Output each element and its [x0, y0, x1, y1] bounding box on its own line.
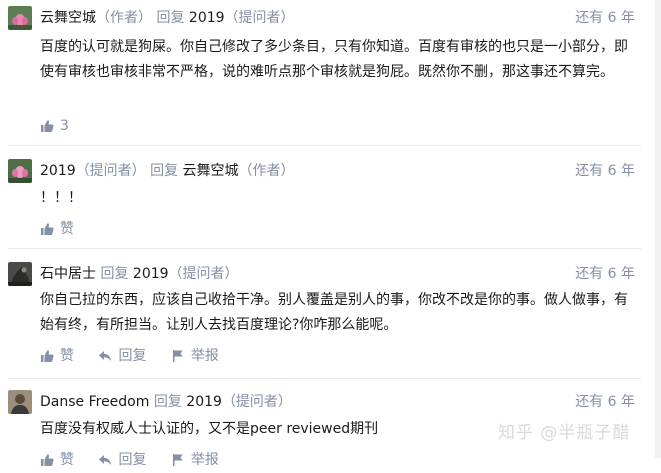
divider	[8, 145, 641, 146]
ink-painting-avatar-icon	[8, 262, 32, 286]
lotus-avatar-icon	[8, 6, 32, 30]
reply-word: 回复	[100, 266, 129, 282]
like-button[interactable]: 赞	[40, 450, 74, 470]
reply-word: 回复	[156, 10, 185, 26]
thumbs-up-icon	[41, 223, 54, 235]
reply-icon	[99, 351, 112, 361]
reply-to-name[interactable]: 2019	[189, 10, 225, 26]
reply-icon	[99, 455, 112, 465]
reply-word: 回复	[153, 394, 182, 410]
comment-time: 还有 6 年	[575, 266, 635, 282]
reply-label: 回复	[118, 348, 147, 364]
watermark: 知乎 @半瓶子醋	[498, 423, 631, 443]
author-tag: （作者）	[96, 10, 152, 26]
reply-to-name[interactable]: 云舞空城	[183, 163, 239, 179]
like-button[interactable]: 赞	[40, 219, 74, 239]
reply-to-tag: （提问者）	[221, 394, 292, 410]
reply-word: 回复	[150, 163, 179, 179]
comment-time: 还有 6 年	[575, 10, 635, 26]
report-label: 举报	[190, 452, 219, 468]
person-avatar-icon	[8, 390, 32, 414]
avatar[interactable]	[8, 6, 32, 30]
reply-to-tag: （提问者）	[224, 10, 295, 26]
avatar[interactable]	[8, 262, 32, 286]
comment-header: Danse Freedom 回复 2019（提问者）	[40, 390, 292, 414]
comment-content: ！！！	[40, 190, 82, 206]
reply-to-tag: （作者）	[238, 163, 295, 179]
reply-to-name[interactable]: 2019	[133, 266, 169, 282]
author-tag: （提问者）	[75, 163, 146, 179]
divider	[8, 378, 641, 379]
comment-time: 还有 6 年	[575, 394, 635, 410]
thumbs-up-icon	[41, 454, 54, 466]
comment-header: 云舞空城（作者） 回复 2019（提问者）	[40, 6, 295, 30]
comment-actions: 赞 回复 举报	[40, 346, 239, 366]
author-name[interactable]: 2019	[40, 163, 76, 179]
reply-button[interactable]: 回复	[98, 450, 146, 470]
reply-button[interactable]: 回复	[98, 346, 146, 366]
lotus-avatar-icon	[8, 159, 32, 183]
like-count: 3	[60, 118, 69, 134]
flag-icon	[172, 350, 183, 362]
comment-content: 百度的认可就是狗屎。你自己修改了多少条目，只有你知道。百度有审核的也只是一小部分…	[40, 39, 628, 80]
thumbs-up-icon	[41, 350, 54, 362]
scrollbar[interactable]	[655, 0, 661, 458]
avatar[interactable]	[8, 390, 32, 414]
thumbs-up-icon	[41, 120, 54, 132]
divider	[8, 248, 641, 249]
flag-icon	[172, 454, 183, 466]
reply-label: 回复	[118, 452, 147, 468]
comment-actions: 赞 回复 举报	[40, 450, 239, 470]
report-button[interactable]: 举报	[171, 346, 219, 366]
reply-to-tag: （提问者）	[168, 266, 239, 282]
like-label: 赞	[60, 348, 74, 364]
like-label: 赞	[60, 452, 74, 468]
comment-content: 你自己拉的东西，应该自己收拾干净。别人覆盖是别人的事，你改不改是你的事。做人做事…	[40, 292, 628, 333]
comment-header: 石中居士 回复 2019（提问者）	[40, 262, 239, 286]
comment-time: 还有 6 年	[575, 163, 635, 179]
comment-actions: 3	[40, 116, 89, 136]
author-name[interactable]: 石中居士	[40, 266, 96, 282]
like-label: 赞	[60, 221, 74, 237]
reply-to-name[interactable]: 2019	[186, 394, 222, 410]
avatar[interactable]	[8, 159, 32, 183]
comment-header: 2019（提问者） 回复 云舞空城（作者）	[40, 159, 295, 183]
comment-actions: 赞	[40, 219, 94, 239]
author-name[interactable]: 云舞空城	[40, 10, 96, 26]
like-button[interactable]: 赞	[40, 346, 74, 366]
report-button[interactable]: 举报	[171, 450, 219, 470]
like-button[interactable]: 3	[40, 116, 69, 136]
author-name[interactable]: Danse Freedom	[40, 394, 149, 410]
report-label: 举报	[190, 348, 219, 364]
